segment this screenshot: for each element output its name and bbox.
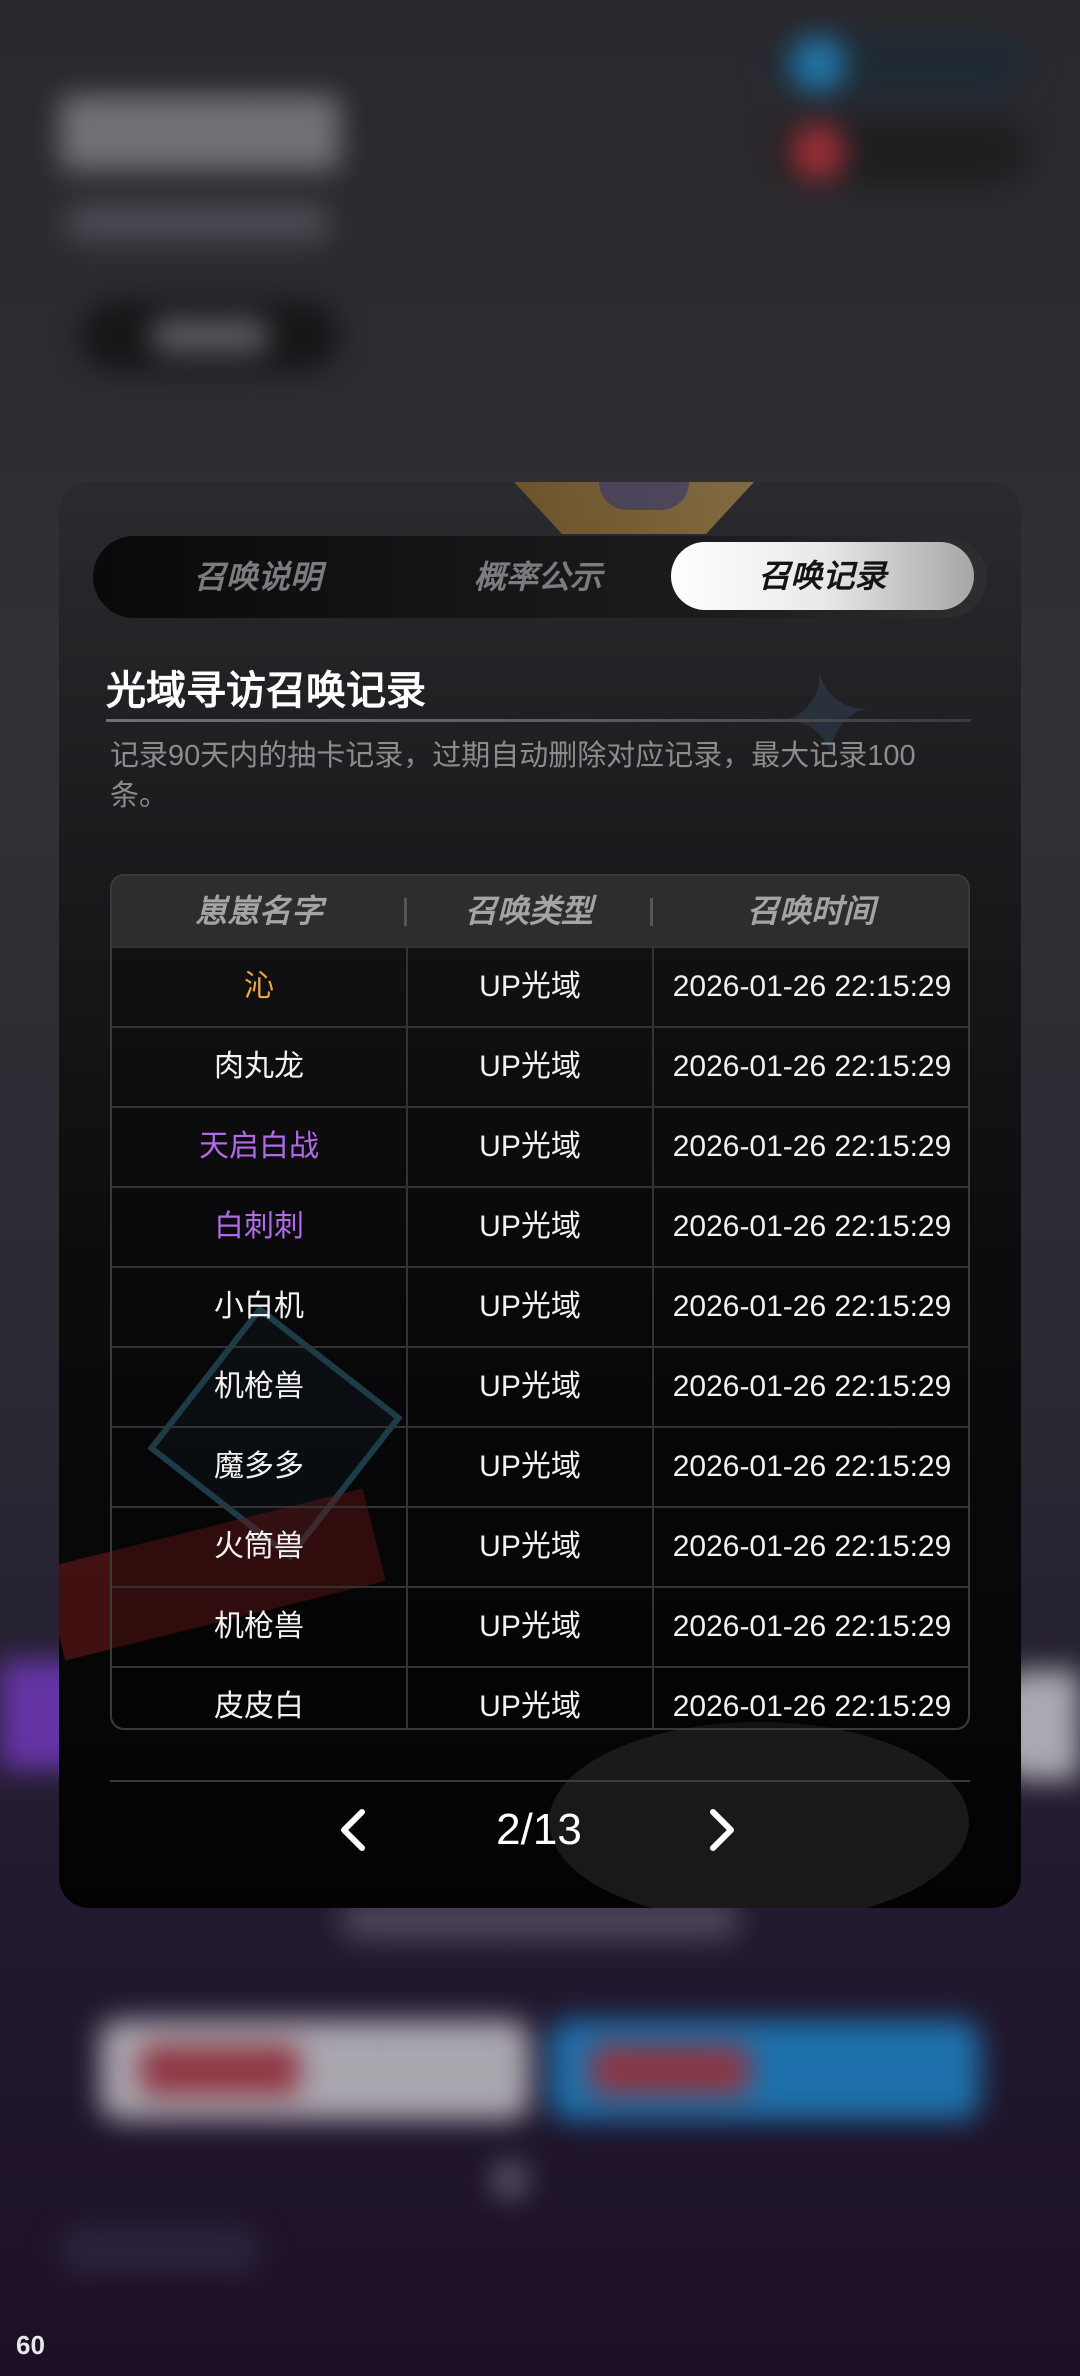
decoration-top-emblem-inner	[599, 482, 689, 510]
column-header-name: 崽崽名字	[194, 893, 323, 929]
cell-type: UP光域	[406, 1508, 652, 1586]
cell-type: UP光域	[406, 1268, 652, 1346]
cell-name: 机枪兽	[214, 1370, 304, 1403]
record-description: 记录90天内的抽卡记录，过期自动删除对应记录，最大记录100条。	[110, 740, 916, 812]
cell-name: 皮皮白	[214, 1690, 304, 1723]
cell-name: 机枪兽	[214, 1610, 304, 1643]
cell-time: 2026-01-26 22:15:29	[652, 1028, 968, 1106]
background-dot	[490, 2160, 530, 2200]
summon-record-modal: ✦ 召唤说明 概率公示 召唤记录 光域寻访召唤记录 记录90天内的抽卡记录，过期…	[59, 482, 1021, 1908]
cell-time: 2026-01-26 22:15:29	[652, 1588, 968, 1666]
table-row: 天启白战 UP光域 2026-01-26 22:15:29	[112, 1106, 968, 1186]
cell-name: 白刺刺	[214, 1210, 304, 1243]
cell-name: 肉丸龙	[214, 1050, 304, 1083]
tab-bar: 召唤说明 概率公示 召唤记录	[93, 536, 987, 618]
background-pill-inner	[150, 318, 270, 354]
tab-probability[interactable]: 概率公示	[413, 536, 663, 618]
cell-time: 2026-01-26 22:15:29	[652, 948, 968, 1026]
record-title: 光域寻访召唤记录	[106, 669, 426, 713]
cell-name: 魔多多	[214, 1450, 304, 1483]
cell-name: 沁	[244, 970, 274, 1003]
cell-type: UP光域	[406, 1108, 652, 1186]
cell-time: 2026-01-26 22:15:29	[652, 1188, 968, 1266]
table-row: 沁 UP光域 2026-01-26 22:15:29	[112, 946, 968, 1026]
cell-type: UP光域	[406, 948, 652, 1026]
background-logo	[60, 95, 340, 170]
cell-type: UP光域	[406, 1668, 652, 1728]
chevron-left-icon[interactable]	[324, 1800, 384, 1860]
cell-name: 小白机	[214, 1290, 304, 1323]
cell-time: 2026-01-26 22:15:29	[652, 1428, 968, 1506]
table-row: 机枪兽 UP光域 2026-01-26 22:15:29	[112, 1346, 968, 1426]
table-row: 皮皮白 UP光域 2026-01-26 22:15:29	[112, 1666, 968, 1728]
table-row: 机枪兽 UP光域 2026-01-26 22:15:29	[112, 1586, 968, 1666]
cell-name: 火筒兽	[214, 1530, 304, 1563]
page-indicator: 2/13	[496, 1805, 582, 1854]
cell-name: 天启白战	[199, 1130, 319, 1163]
cell-time: 2026-01-26 22:15:29	[652, 1268, 968, 1346]
tab-summon-info[interactable]: 召唤说明	[133, 536, 383, 618]
cell-type: UP光域	[406, 1348, 652, 1426]
title-divider	[106, 719, 971, 722]
tab-summon-record[interactable]: 召唤记录	[671, 542, 974, 610]
cell-type: UP光域	[406, 1028, 652, 1106]
background-bottom-label	[60, 2225, 260, 2275]
cell-time: 2026-01-26 22:15:29	[652, 1508, 968, 1586]
column-header-time: 召唤时间	[746, 893, 875, 929]
background-currency-blue-icon	[790, 36, 846, 92]
pager-divider	[110, 1780, 970, 1782]
table-row: 火筒兽 UP光域 2026-01-26 22:15:29	[112, 1506, 968, 1586]
table-row: 小白机 UP光域 2026-01-26 22:15:29	[112, 1266, 968, 1346]
chevron-right-icon[interactable]	[691, 1800, 751, 1860]
table-row: 魔多多 UP光域 2026-01-26 22:15:29	[112, 1426, 968, 1506]
cell-type: UP光域	[406, 1188, 652, 1266]
background-subtitle	[65, 205, 330, 240]
table-row: 白刺刺 UP光域 2026-01-26 22:15:29	[112, 1186, 968, 1266]
cell-type: UP光域	[406, 1588, 652, 1666]
background-currency-red-icon	[790, 124, 846, 180]
fps-counter: 60	[16, 2330, 45, 2360]
cell-time: 2026-01-26 22:15:29	[652, 1348, 968, 1426]
table-row: 肉丸龙 UP光域 2026-01-26 22:15:29	[112, 1026, 968, 1106]
column-header-type: 召唤类型	[464, 893, 593, 929]
background-summon-ten-icon	[590, 2045, 750, 2095]
cell-time: 2026-01-26 22:15:29	[652, 1668, 968, 1728]
cell-type: UP光域	[406, 1428, 652, 1506]
cell-time: 2026-01-26 22:15:29	[652, 1108, 968, 1186]
table-header: 崽崽名字 召唤类型 召唤时间	[112, 876, 968, 946]
record-table: 崽崽名字 召唤类型 召唤时间 沁 UP光域 2026-01-26 22:15:29 肉…	[110, 874, 970, 1730]
background-summon-one-icon	[140, 2045, 300, 2095]
